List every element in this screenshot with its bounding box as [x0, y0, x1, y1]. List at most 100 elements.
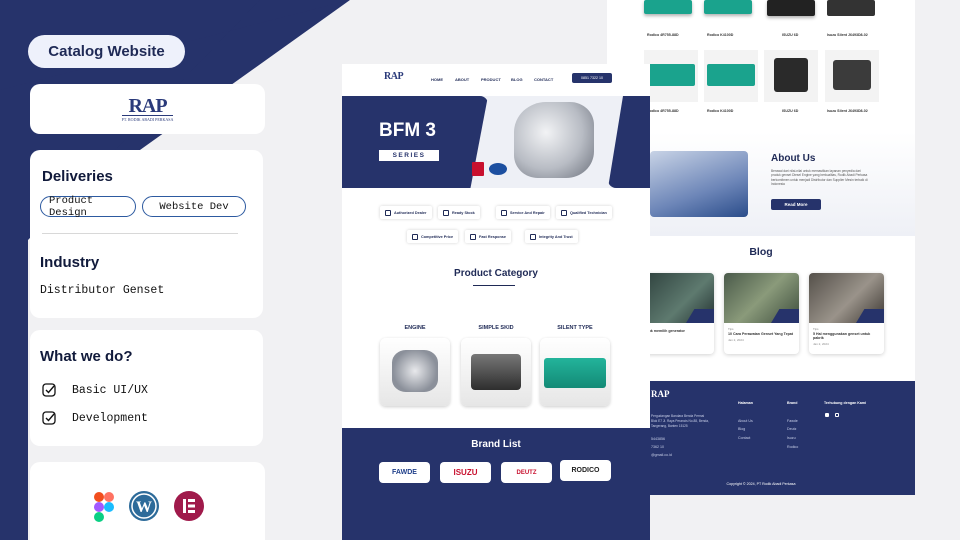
brand-list-heading: Brand List [471, 439, 521, 450]
brand-isuzu-logo[interactable]: ISUZU [440, 462, 491, 483]
footer-phone: 5443856 [651, 437, 665, 441]
hero-navy-panel [342, 96, 488, 188]
portfolio-canvas: Catalog Website RAP PT. RODIK ABADI PERK… [0, 0, 960, 540]
site-mockup-page2: Rodico 4R755-88D Rodico K4100D ISUZU 6D … [607, 0, 915, 495]
divider [42, 233, 238, 234]
footer-link[interactable]: About Us [738, 419, 753, 423]
deliveries-heading: Deliveries [42, 168, 113, 185]
product-card [825, 50, 879, 102]
blog-card[interactable]: untuk memilih generator [639, 273, 714, 354]
product-name: Rodico 4R755-88D [647, 109, 679, 113]
hero-engine-image [514, 102, 594, 178]
category-card-silent[interactable] [540, 338, 610, 406]
product-name: Rodico K4100D [707, 33, 734, 37]
footer-link[interactable]: Isuzu [787, 436, 796, 440]
blog-card[interactable]: Tips 5 Hal menggunakan genset untuk pabr… [809, 273, 884, 354]
feature-icon [443, 209, 449, 216]
heading-underline [473, 285, 515, 287]
blog-title: untuk memilih generator [643, 329, 685, 333]
hero-banner: BFM 3 SERIES [342, 96, 650, 188]
brand-fawde-logo[interactable]: FAWDE [379, 462, 430, 483]
facebook-icon[interactable] [825, 413, 829, 417]
product-image [767, 0, 815, 16]
category-card-engine[interactable] [380, 338, 450, 406]
nav-home[interactable]: HOME [431, 77, 443, 82]
product-name: Rodico K4100D [707, 109, 734, 113]
nav-blog[interactable]: BLOG [511, 77, 523, 82]
brand-deutz-logo[interactable]: DEUTZ [501, 462, 552, 483]
product-image [704, 0, 752, 14]
wordpress-icon: W [129, 491, 159, 521]
deutz-logo [472, 162, 484, 176]
list-item: Basic UI/UX [42, 383, 148, 397]
about-image [650, 151, 748, 217]
category-card-skid[interactable] [461, 338, 531, 406]
blog-card[interactable]: Tips 10 Cara Perawatan Genset Yang Tepat… [724, 273, 799, 354]
about-heading: About Us [771, 153, 816, 164]
blog-tag: Tips [728, 327, 734, 331]
instagram-icon[interactable] [835, 413, 839, 417]
what-we-do-item: Basic UI/UX [72, 383, 148, 397]
what-we-do-card: What we do? Basic UI/UX Development [30, 330, 263, 446]
footer-link[interactable]: Blog [738, 427, 745, 431]
hero-series-badge: SERIES [379, 150, 439, 161]
feature-icon [561, 209, 567, 216]
feature-icon [470, 233, 476, 240]
product-image [644, 0, 692, 14]
category-label: SIMPLE SKID [478, 325, 514, 331]
hero-navy-accent [608, 96, 650, 188]
blog-title: 5 Hal menggunakan genset untuk pabrik [813, 332, 871, 340]
footer-link[interactable]: Fawde [787, 419, 798, 423]
feature-icon [530, 233, 536, 240]
blog-date: Jan 2, 2024 [728, 338, 744, 342]
chip-product-design: Product Design [40, 195, 136, 219]
figma-icon [94, 492, 114, 522]
phone-button[interactable]: 0851 7322 10 [572, 73, 612, 83]
footer-email: @gmail.co.id [651, 453, 672, 457]
checkbox-icon [42, 383, 56, 397]
feature-item: Competitive Price [407, 230, 459, 243]
blog-date: Jan 2, 2024 [813, 342, 829, 346]
nav-contact[interactable]: CONTACT [534, 77, 553, 82]
industry-value: Distributor Genset [40, 284, 165, 297]
site-mockup-page1: RAP HOME ABOUT PRODUCT BLOG CONTACT 0851… [342, 64, 650, 540]
footer-heading: Halaman [738, 401, 753, 405]
product-name: Rodico 4R755-88D [647, 33, 679, 37]
feature-item: Service And Repair [496, 206, 550, 219]
brand-logo [489, 163, 507, 175]
product-card [704, 50, 758, 102]
product-name: ISUZU 6D [782, 33, 799, 37]
logo-card: RAP PT. RODIK ABADI PERKASA [30, 84, 265, 134]
feature-item: Ready Stock [438, 206, 480, 219]
footer-logo: RAP [651, 389, 670, 399]
footer-link[interactable]: Deutz [787, 427, 796, 431]
brand-rodico-logo[interactable]: RODICO [560, 460, 611, 481]
what-we-do-item: Development [72, 411, 148, 425]
site-logo[interactable]: RAP [384, 71, 404, 82]
tools-card: W [30, 462, 265, 540]
blog-section: Blog untuk memilih generator Tips 10 Car… [607, 236, 915, 381]
nav-about[interactable]: ABOUT [455, 77, 469, 82]
feature-icon [501, 209, 507, 216]
feature-icon [412, 233, 418, 240]
footer: RAP Pergudangan Bandara Benda Permai Blo… [607, 381, 915, 495]
product-name: Isuzu Silent J6493D8-02 [827, 33, 868, 37]
nav-product[interactable]: PRODUCT [481, 77, 501, 82]
what-we-do-heading: What we do? [40, 348, 133, 365]
feature-item: Authorized Dealer [380, 206, 432, 219]
checkbox-icon [42, 411, 56, 425]
product-card [764, 50, 818, 102]
category-label: ENGINE [404, 325, 426, 331]
product-category-heading: Product Category [454, 268, 538, 279]
site-navbar: RAP HOME ABOUT PRODUCT BLOG CONTACT 0851… [342, 64, 650, 94]
industry-heading: Industry [40, 254, 100, 271]
product-name: ISUZU 6D [782, 109, 799, 113]
read-more-button[interactable]: Read More [771, 199, 821, 210]
footer-address: Pergudangan Bandara Benda Permai Blok E7… [651, 414, 709, 428]
brand-list-section: Brand List FAWDE ISUZU DEUTZ RODICO [342, 428, 650, 540]
blog-title: 10 Cara Perawatan Genset Yang Tepat [728, 332, 793, 336]
footer-link[interactable]: Rodico [787, 445, 798, 449]
footer-link[interactable]: Contact [738, 436, 750, 440]
footer-heading: Brand [787, 401, 798, 405]
elementor-icon [174, 491, 204, 521]
